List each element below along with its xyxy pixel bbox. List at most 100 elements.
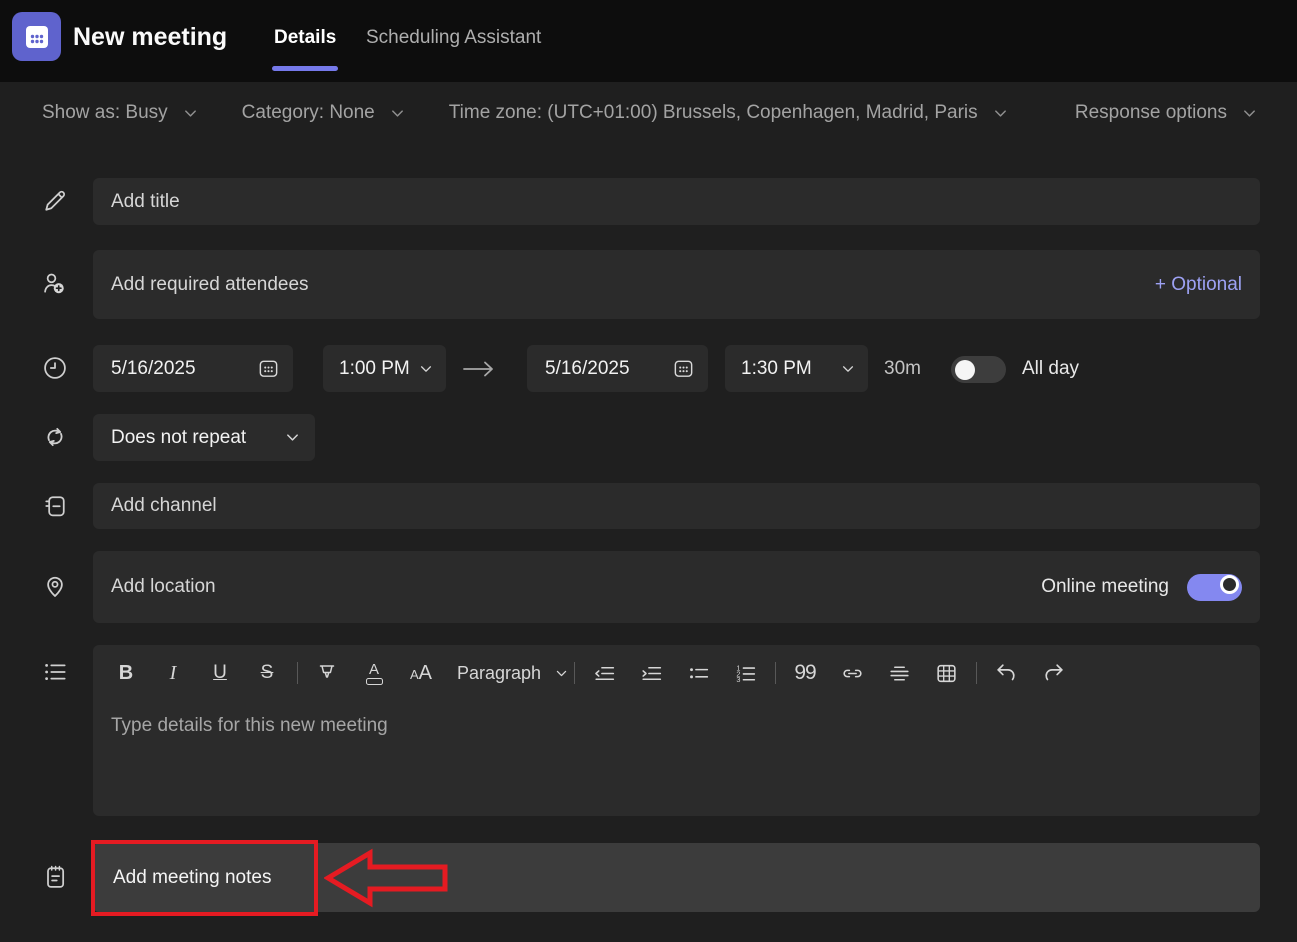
start-time-value: 1:00 PM (339, 358, 410, 380)
meeting-notes-label: Add meeting notes (113, 867, 271, 889)
online-meeting-label: Online meeting (1041, 576, 1169, 598)
link-button[interactable] (833, 657, 871, 689)
start-date-picker[interactable]: 5/16/2025 (93, 345, 293, 392)
category-dropdown[interactable]: Category: None (242, 102, 405, 124)
add-meeting-notes-button[interactable]: Add meeting notes (93, 843, 1260, 912)
end-date-value: 5/16/2025 (545, 358, 630, 380)
chevron-down-icon (993, 106, 1008, 121)
end-time-dropdown[interactable]: 1:30 PM (725, 345, 868, 392)
font-color-icon: A (366, 662, 383, 685)
chevron-down-icon (183, 106, 198, 121)
bullet-list-icon (686, 661, 711, 686)
options-bar: Show as: Busy Category: None Time zone: … (42, 102, 1257, 124)
details-list-icon (41, 658, 69, 686)
italic-button[interactable]: I (154, 657, 192, 689)
highlighter-icon (315, 661, 339, 685)
font-color-button[interactable]: A (355, 657, 393, 689)
chevron-down-icon (555, 667, 568, 680)
start-date-value: 5/16/2025 (111, 358, 196, 380)
horizontal-rule-icon (887, 661, 912, 686)
outdent-button[interactable] (585, 657, 623, 689)
bullet-list-button[interactable] (679, 657, 717, 689)
toolbar-divider (297, 662, 298, 684)
table-icon (934, 661, 959, 686)
channel-input[interactable]: Add channel (93, 483, 1260, 529)
calendar-icon (22, 22, 52, 52)
horizontal-rule-button[interactable] (880, 657, 918, 689)
repeat-icon (41, 423, 69, 451)
pencil-icon (41, 187, 69, 215)
toolbar-divider (574, 662, 575, 684)
calendar-picker-icon (672, 357, 695, 380)
title-placeholder: Add title (111, 191, 180, 213)
table-button[interactable] (927, 657, 965, 689)
bold-button[interactable]: B (107, 657, 145, 689)
undo-icon (994, 661, 1019, 686)
undo-button[interactable] (987, 657, 1025, 689)
title-input[interactable]: Add title (93, 178, 1260, 225)
arrow-right-icon (461, 359, 497, 379)
channel-placeholder: Add channel (111, 495, 217, 517)
outdent-icon (592, 661, 617, 686)
attendees-placeholder: Add required attendees (111, 274, 309, 296)
underline-icon: U (213, 662, 227, 684)
required-attendees-input[interactable]: Add required attendees + Optional (93, 250, 1260, 319)
repeat-dropdown[interactable]: Does not repeat (93, 414, 315, 461)
quote-icon: 99 (794, 661, 815, 685)
redo-button[interactable] (1034, 657, 1072, 689)
underline-button[interactable]: U (201, 657, 239, 689)
link-icon (840, 661, 865, 686)
page-title: New meeting (73, 23, 227, 52)
channel-icon (41, 492, 69, 520)
svg-text:3: 3 (736, 675, 740, 684)
quote-button[interactable]: 99 (786, 657, 824, 689)
chevron-down-icon (419, 362, 433, 376)
tab-scheduling-assistant[interactable]: Scheduling Assistant (366, 27, 541, 49)
italic-icon: I (170, 662, 177, 685)
add-optional-attendees-button[interactable]: + Optional (1155, 274, 1242, 296)
start-time-dropdown[interactable]: 1:00 PM (323, 345, 446, 392)
notepad-icon (41, 863, 69, 891)
strikethrough-button[interactable]: S (248, 657, 286, 689)
category-label: Category: None (242, 102, 375, 124)
editor-toolbar: B I U S A AA Paragraph (93, 645, 1260, 689)
indent-button[interactable] (632, 657, 670, 689)
show-as-dropdown[interactable]: Show as: Busy (42, 102, 198, 124)
description-editor[interactable]: B I U S A AA Paragraph (93, 645, 1260, 816)
numbered-list-icon: 1 2 3 (733, 661, 758, 686)
calendar-app-icon (12, 12, 61, 61)
person-add-icon (41, 270, 69, 298)
response-options-label: Response options (1075, 102, 1227, 124)
paragraph-dropdown[interactable]: Paragraph (457, 657, 568, 689)
redo-icon (1041, 661, 1066, 686)
font-size-button[interactable]: AA (402, 657, 440, 689)
end-time-value: 1:30 PM (741, 358, 812, 380)
highlight-button[interactable] (308, 657, 346, 689)
location-input[interactable]: Add location Online meeting (93, 551, 1260, 623)
timezone-dropdown[interactable]: Time zone: (UTC+01:00) Brussels, Copenha… (449, 102, 1008, 124)
indent-icon (639, 661, 664, 686)
chevron-down-icon (841, 362, 855, 376)
response-options-dropdown[interactable]: Response options (1075, 102, 1257, 124)
header: New meeting Details Scheduling Assistant (0, 0, 1297, 82)
location-placeholder: Add location (111, 576, 216, 598)
bold-icon: B (119, 662, 133, 685)
end-date-picker[interactable]: 5/16/2025 (527, 345, 708, 392)
online-meeting-toggle[interactable] (1187, 574, 1242, 601)
toolbar-divider (775, 662, 776, 684)
duration-label: 30m (884, 358, 921, 380)
toggle-knob (1220, 575, 1239, 594)
location-icon (41, 572, 69, 600)
clock-icon (41, 354, 69, 382)
all-day-toggle[interactable] (951, 356, 1006, 383)
chevron-down-icon (390, 106, 405, 121)
chevron-down-icon (1242, 106, 1257, 121)
timezone-label: Time zone: (UTC+01:00) Brussels, Copenha… (449, 102, 978, 124)
tab-details[interactable]: Details (274, 27, 336, 49)
toolbar-divider (976, 662, 977, 684)
chevron-down-icon (285, 430, 300, 445)
numbered-list-button[interactable]: 1 2 3 (726, 657, 764, 689)
paragraph-label: Paragraph (457, 663, 541, 684)
strikethrough-icon: S (261, 662, 274, 684)
repeat-value: Does not repeat (111, 427, 246, 449)
